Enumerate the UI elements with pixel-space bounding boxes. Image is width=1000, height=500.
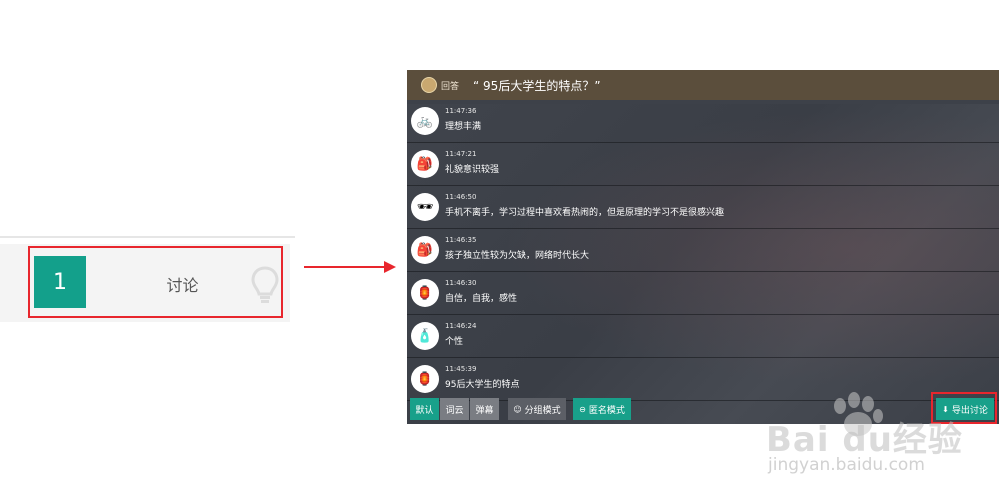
avatar: 🕶 xyxy=(411,193,439,221)
message-text: 理想丰满 xyxy=(445,122,482,132)
discussion-header: 回答 “ 95后大学生的特点？” xyxy=(407,70,999,100)
avatar: 🎒 xyxy=(411,150,439,178)
message-text: 孩子独立性较为欠缺，网络时代长大 xyxy=(445,251,590,261)
message-time: 11:46:24 xyxy=(445,322,477,330)
message-text: 手机不离手，学习过程中喜欢看热闹的，但是原理的学习不是很感兴趣 xyxy=(445,208,725,218)
message-time: 11:45:39 xyxy=(445,365,477,373)
message-item: 🎒 11:46:35 孩子独立性较为欠缺，网络时代长大 xyxy=(407,229,999,272)
group-mode-button[interactable]: ☺ 分组模式 xyxy=(508,398,566,420)
avatar: 🎒 xyxy=(411,236,439,264)
arrow-icon xyxy=(304,266,386,268)
avatar: 🚲 xyxy=(411,107,439,135)
message-list: 🚲 11:47:36 理想丰满 🎒 11:47:21 礼貌意识较强 🕶 11:4… xyxy=(407,100,999,401)
message-time: 11:46:35 xyxy=(445,236,477,244)
message-item: 🕶 11:46:50 手机不离手，学习过程中喜欢看热闹的，但是原理的学习不是很感… xyxy=(407,186,999,229)
message-text: 个性 xyxy=(445,337,464,347)
watermark-url: jingyan.baidu.com xyxy=(768,455,925,475)
avatar: 🏮 xyxy=(411,279,439,307)
avatar: 🧴 xyxy=(411,322,439,350)
discussion-title: “ 95后大学生的特点？” xyxy=(473,78,601,93)
message-item: 🎒 11:47:21 礼貌意识较强 xyxy=(407,143,999,186)
message-item: 🚲 11:47:36 理想丰满 xyxy=(407,100,999,143)
arrow-head-icon xyxy=(384,261,396,273)
anonymous-mode-label: 匿名模式 xyxy=(588,405,625,416)
user-avatar xyxy=(421,77,437,93)
message-item: 🧴 11:46:24 个性 xyxy=(407,315,999,358)
word-cloud-button[interactable]: 词云 xyxy=(440,398,469,420)
group-icon: ☺ xyxy=(513,404,522,414)
message-item: 🏮 11:46:30 自信，自我，感性 xyxy=(407,272,999,315)
avatar: 🏮 xyxy=(411,365,439,393)
message-text: 95后大学生的特点 xyxy=(445,380,520,390)
anonymous-icon: ⊖ xyxy=(579,404,586,414)
barrage-button[interactable]: 弹幕 xyxy=(470,398,499,420)
message-time: 11:46:50 xyxy=(445,193,477,201)
message-time: 11:47:21 xyxy=(445,150,477,158)
message-item: 🏮 11:45:39 95后大学生的特点 xyxy=(407,358,999,401)
message-text: 自信，自我，感性 xyxy=(445,294,518,304)
message-time: 11:46:30 xyxy=(445,279,477,287)
watermark-brand: Bai du经验 xyxy=(766,420,963,460)
divider xyxy=(0,236,295,238)
anonymous-mode-button[interactable]: ⊖ 匿名模式 xyxy=(573,398,631,420)
header-user: 回答 xyxy=(441,81,460,92)
message-text: 礼貌意识较强 xyxy=(445,165,500,175)
default-mode-button[interactable]: 默认 xyxy=(410,398,439,420)
group-mode-label: 分组模式 xyxy=(524,405,561,416)
discussion-screen: 回答 “ 95后大学生的特点？” 🚲 11:47:36 理想丰满 🎒 11:47… xyxy=(407,70,999,424)
message-time: 11:47:36 xyxy=(445,107,477,115)
activity-highlight-box xyxy=(28,246,283,318)
